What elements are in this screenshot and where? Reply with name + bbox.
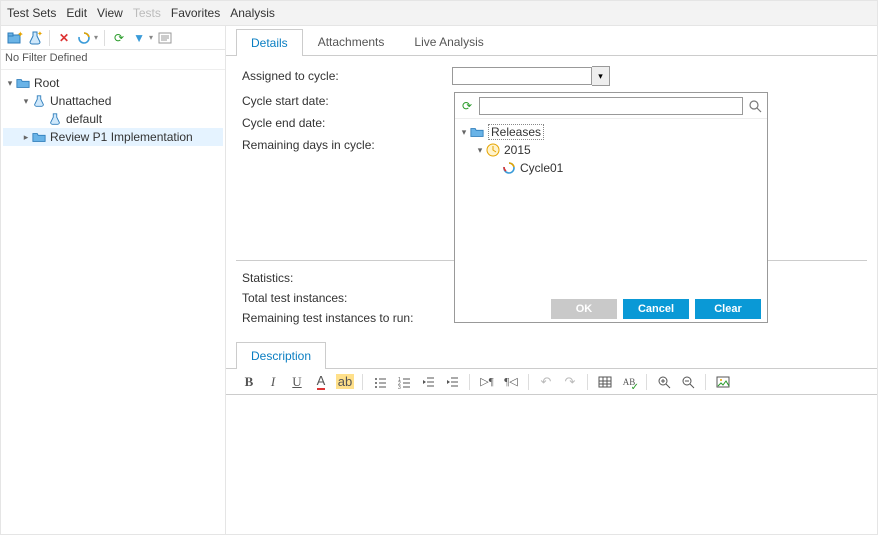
- tree-label: Root: [34, 76, 59, 90]
- label-remaining-days: Remaining days in cycle:: [242, 138, 452, 152]
- tab-attachments[interactable]: Attachments: [303, 28, 400, 55]
- font-color-icon[interactable]: A: [312, 373, 330, 391]
- svg-text:✦: ✦: [17, 30, 23, 39]
- folder-open-icon: [469, 124, 485, 140]
- tree-label: 2015: [504, 143, 531, 157]
- delete-icon[interactable]: ✕: [56, 30, 72, 46]
- new-flask-icon[interactable]: ✦: [27, 30, 43, 46]
- zoom-in-icon[interactable]: [655, 373, 673, 391]
- tab-details[interactable]: Details: [236, 29, 303, 56]
- spellcheck-icon[interactable]: AB✓: [620, 373, 638, 391]
- outdent-icon[interactable]: [419, 373, 437, 391]
- tree-label: default: [66, 112, 102, 126]
- menu-tests: Tests: [133, 6, 161, 20]
- cycle-icon[interactable]: [76, 30, 92, 46]
- description-tabs: Description: [226, 341, 877, 369]
- ltr-icon[interactable]: ▷¶: [478, 373, 496, 391]
- bold-icon[interactable]: B: [240, 373, 258, 391]
- label-cycle-end: Cycle end date:: [242, 116, 452, 130]
- svg-text:✦: ✦: [37, 30, 43, 38]
- italic-icon[interactable]: I: [264, 373, 282, 391]
- tree-label: Review P1 Implementation: [50, 130, 193, 144]
- table-icon[interactable]: [596, 373, 614, 391]
- zoom-out-icon[interactable]: [679, 373, 697, 391]
- refresh-icon[interactable]: ⟳: [111, 30, 127, 46]
- twisty-icon[interactable]: ▾: [475, 145, 485, 156]
- tree-node-root[interactable]: ▾ Root: [3, 74, 223, 92]
- release-search-input[interactable]: [479, 97, 743, 115]
- menu-edit[interactable]: Edit: [66, 6, 87, 20]
- tree-node-unattached[interactable]: ▾ Unattached: [3, 92, 223, 110]
- menu-test-sets[interactable]: Test Sets: [7, 6, 56, 20]
- refresh-icon[interactable]: ⟳: [459, 98, 475, 114]
- flask-icon: [47, 111, 63, 127]
- label-cycle-start: Cycle start date:: [242, 94, 452, 108]
- new-folder-icon[interactable]: ✦: [7, 30, 23, 46]
- search-icon[interactable]: [747, 98, 763, 114]
- test-set-tree: ▾ Root ▾ Unattached ▸ default ▸ Review P…: [1, 70, 225, 534]
- label-assigned-cycle: Assigned to cycle:: [242, 69, 452, 83]
- release-icon: [485, 142, 501, 158]
- twisty-icon[interactable]: ▾: [5, 78, 15, 89]
- underline-icon[interactable]: U: [288, 373, 306, 391]
- release-picker-popup: ⟳ ▾ Releases ▾ 2015 ▸ Cycle01 OK Cancel …: [454, 92, 768, 323]
- menu-analysis[interactable]: Analysis: [230, 6, 275, 20]
- menu-view[interactable]: View: [97, 6, 123, 20]
- assigned-cycle-dropdown-button[interactable]: ▾: [592, 66, 610, 86]
- rtl-icon[interactable]: ¶◁: [502, 373, 520, 391]
- details-pane-icon[interactable]: [157, 30, 173, 46]
- clear-button[interactable]: Clear: [695, 299, 761, 319]
- twisty-icon[interactable]: ▸: [21, 132, 31, 143]
- twisty-icon[interactable]: ▾: [459, 127, 469, 138]
- flask-icon: [31, 93, 47, 109]
- filter-status: No Filter Defined: [1, 50, 225, 70]
- cancel-button[interactable]: Cancel: [623, 299, 689, 319]
- tree-node-default[interactable]: ▸ default: [3, 110, 223, 128]
- undo-icon[interactable]: ↶: [537, 373, 555, 391]
- folder-icon: [31, 129, 47, 145]
- tab-description[interactable]: Description: [236, 342, 326, 369]
- release-tree: ▾ Releases ▾ 2015 ▸ Cycle01: [455, 119, 767, 296]
- insert-image-icon[interactable]: [714, 373, 732, 391]
- rich-text-toolbar: B I U A ab 123 ▷¶ ¶◁ ↶ ↷: [226, 369, 877, 395]
- tree-node-review-p1[interactable]: ▸ Review P1 Implementation: [3, 128, 223, 146]
- indent-icon[interactable]: [443, 373, 461, 391]
- twisty-icon[interactable]: ▾: [21, 96, 31, 107]
- assigned-cycle-input[interactable]: [452, 67, 592, 85]
- tree-node-cycle01[interactable]: ▸ Cycle01: [457, 159, 765, 177]
- highlight-icon[interactable]: ab: [336, 373, 354, 391]
- numbered-list-icon[interactable]: 123: [395, 373, 413, 391]
- left-panel: ✦ ✦ ✕ ▾ ⟳ ▼▾ No Filter Defined ▾ Root ▾ …: [1, 26, 226, 534]
- menu-favorites[interactable]: Favorites: [171, 6, 220, 20]
- tree-node-2015[interactable]: ▾ 2015: [457, 141, 765, 159]
- filter-icon[interactable]: ▼: [131, 30, 147, 46]
- menu-bar: Test Sets Edit View Tests Favorites Anal…: [1, 1, 877, 26]
- detail-tabs: Details Attachments Live Analysis: [226, 26, 877, 56]
- folder-open-icon: [15, 75, 31, 91]
- tree-label: Releases: [488, 124, 544, 140]
- tree-label: Cycle01: [520, 161, 563, 175]
- cycle-icon: [501, 160, 517, 176]
- tab-live-analysis[interactable]: Live Analysis: [399, 28, 498, 55]
- redo-icon[interactable]: ↷: [561, 373, 579, 391]
- ok-button: OK: [551, 299, 617, 319]
- tree-node-releases[interactable]: ▾ Releases: [457, 123, 765, 141]
- left-toolbar: ✦ ✦ ✕ ▾ ⟳ ▼▾: [1, 26, 225, 50]
- bullet-list-icon[interactable]: [371, 373, 389, 391]
- svg-text:3: 3: [398, 385, 401, 389]
- tree-label: Unattached: [50, 94, 111, 108]
